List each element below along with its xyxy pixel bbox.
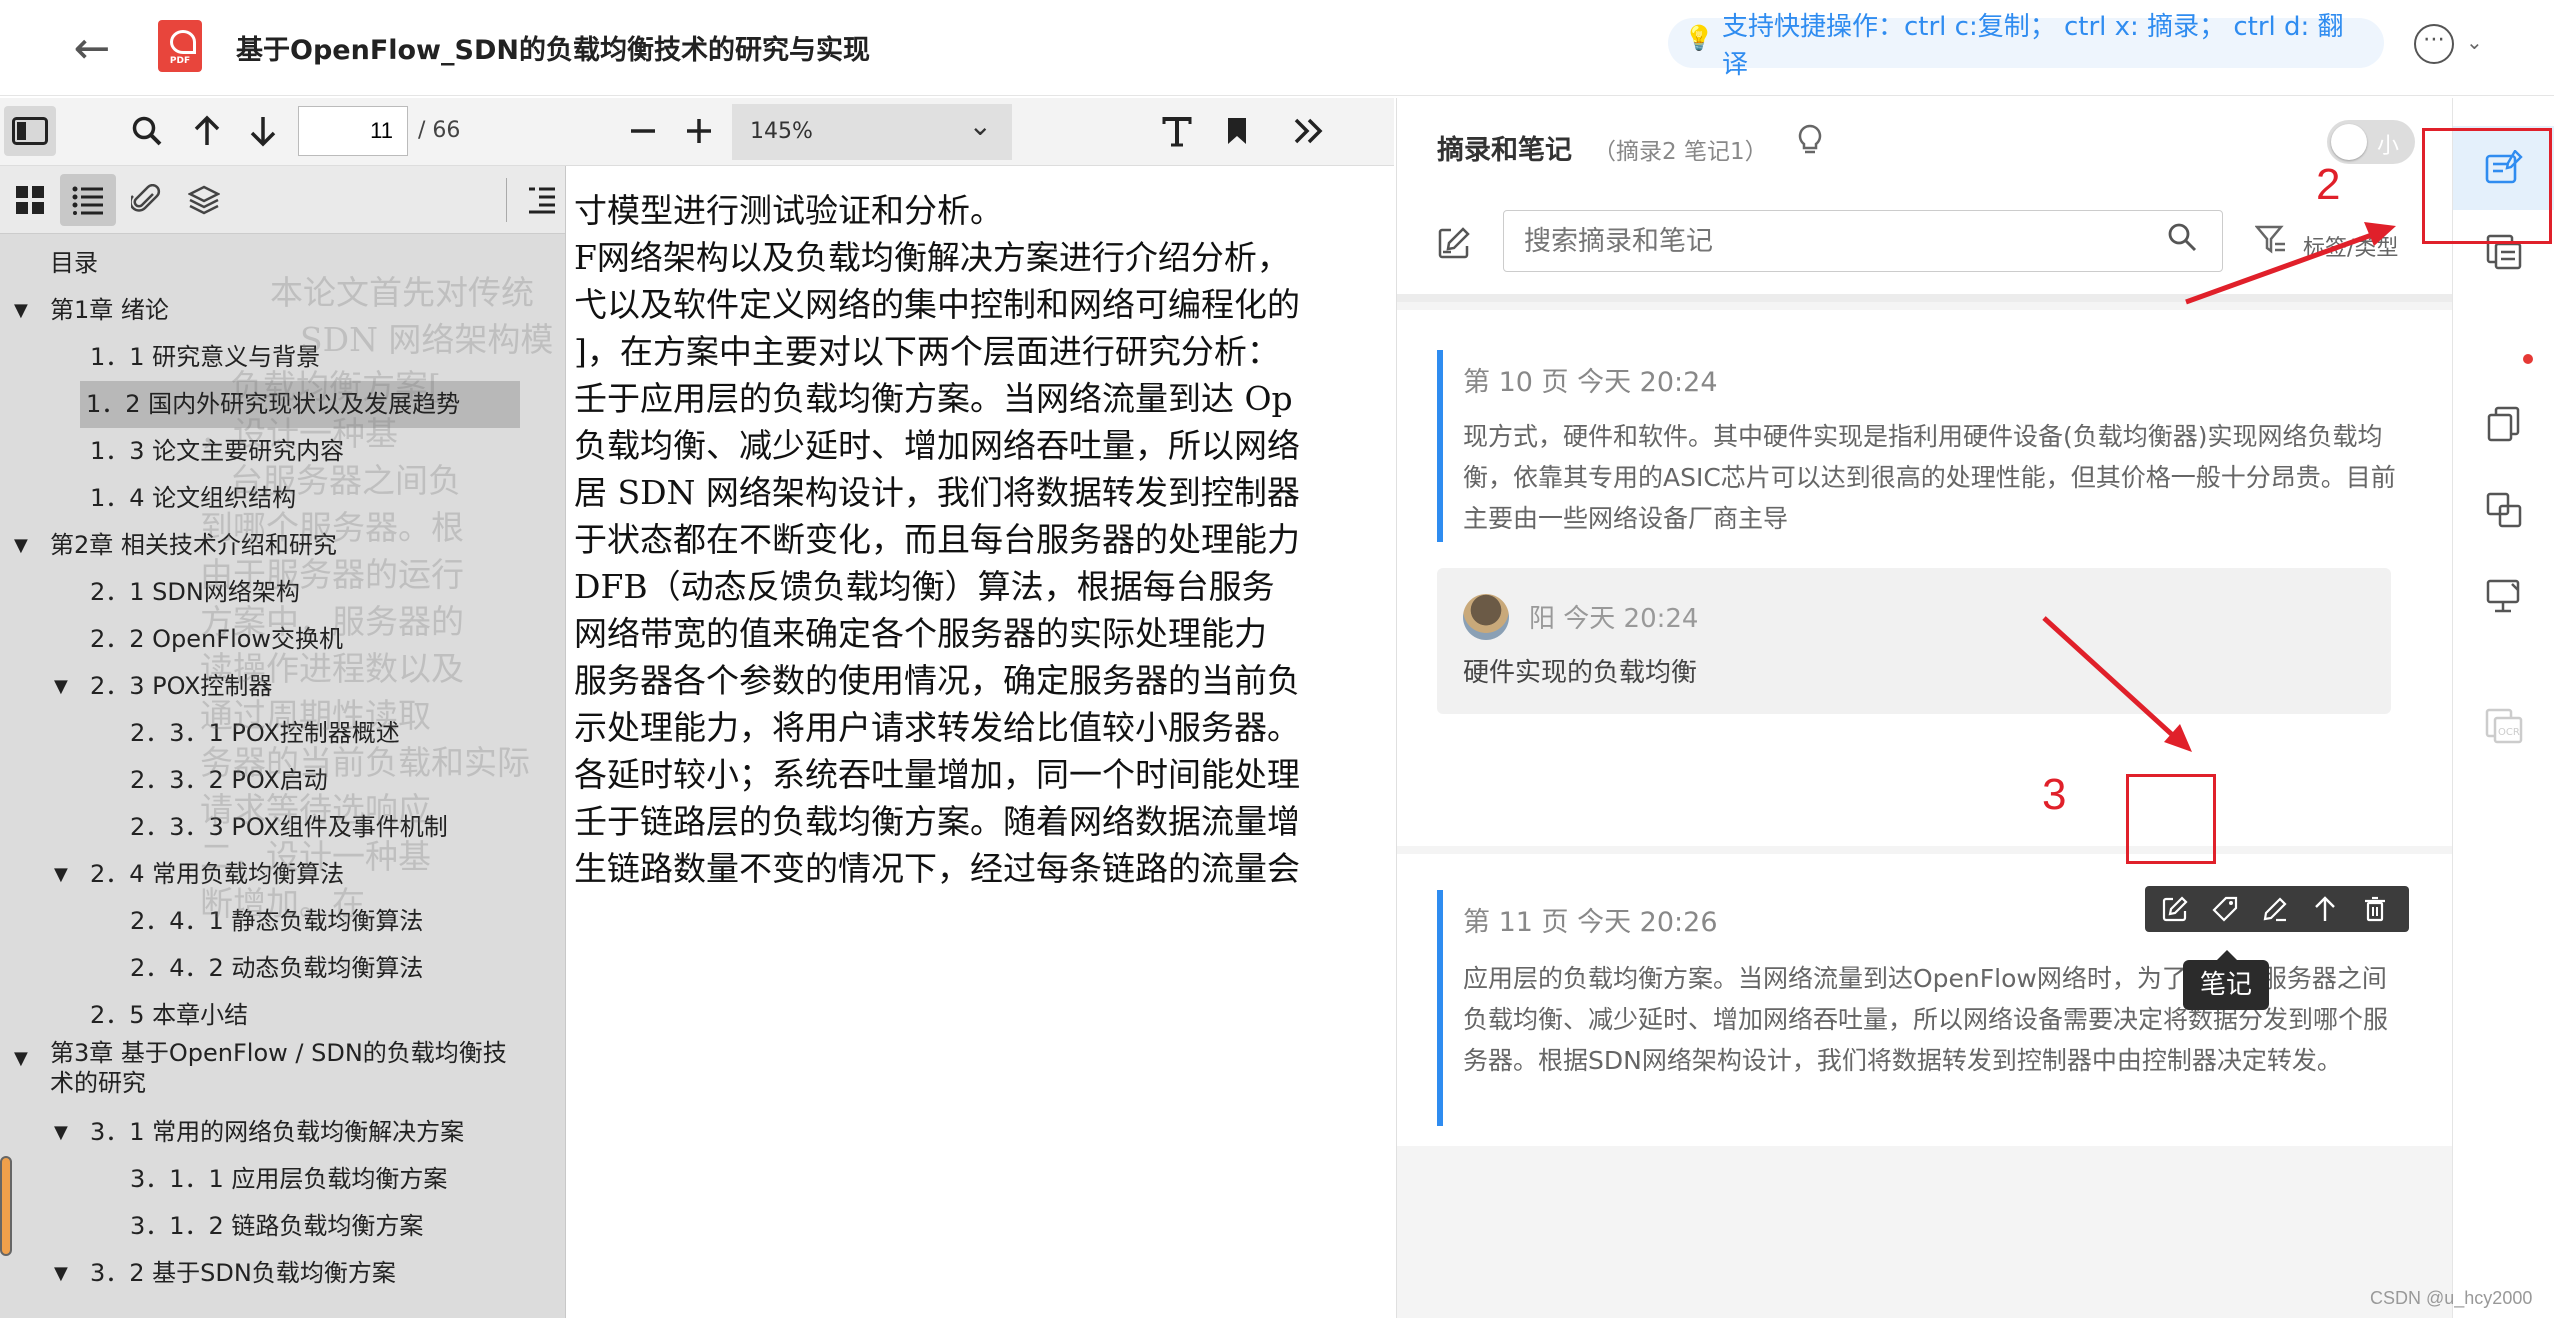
watermark: CSDN @u_hcy2000	[2370, 1288, 2533, 1308]
annotation-arrow-3	[2042, 616, 2180, 742]
annotation-arrow-2	[2185, 229, 2381, 305]
annotation-arrows	[2042, 222, 2396, 752]
